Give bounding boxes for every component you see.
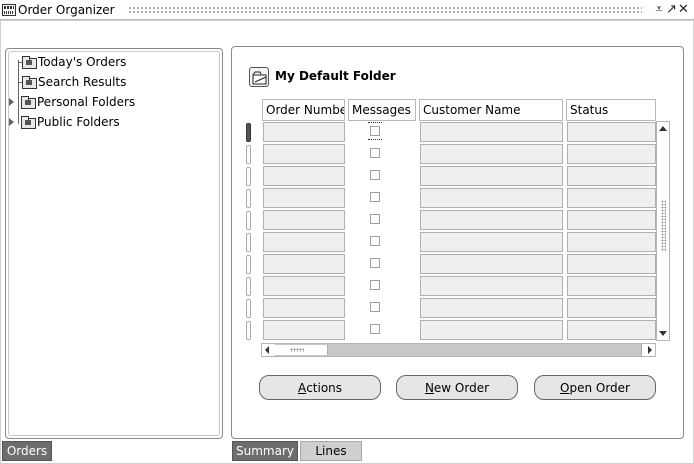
scroll-grip[interactable] — [661, 200, 666, 252]
tree-item-todays-orders[interactable]: Today's Orders — [22, 53, 126, 71]
status-field[interactable] — [567, 232, 656, 252]
order-number-field[interactable] — [263, 122, 345, 142]
minimize-icon[interactable]: ⩡ — [654, 2, 666, 17]
order-number-field[interactable] — [263, 320, 345, 340]
window-controls: ⩡↗✕ — [654, 2, 690, 17]
column-header-customer-name[interactable]: Customer Name — [419, 99, 563, 121]
tree-item-label: Today's Orders — [38, 55, 127, 69]
row-selector[interactable] — [246, 299, 251, 318]
tab-lines[interactable]: Lines — [300, 441, 362, 461]
order-number-field[interactable] — [263, 254, 345, 274]
status-field[interactable] — [567, 166, 656, 186]
messages-checkbox[interactable] — [370, 170, 380, 180]
status-field[interactable] — [567, 320, 656, 340]
folder-public-icon — [21, 116, 36, 129]
customer-name-field[interactable] — [420, 276, 563, 296]
actions-mnemonic: A — [297, 380, 307, 395]
customer-name-field[interactable] — [420, 232, 563, 252]
row-selector[interactable] — [246, 145, 251, 164]
order-number-field[interactable] — [263, 210, 345, 230]
folder-icon — [252, 71, 267, 85]
tree-item-search-results[interactable]: Search Results — [22, 73, 126, 91]
folder-button[interactable] — [249, 67, 269, 87]
messages-checkbox[interactable] — [370, 192, 380, 202]
scroll-right-icon[interactable] — [648, 346, 652, 354]
tree-item-label: Public Folders — [37, 115, 120, 129]
new-order-mnemonic: N — [424, 380, 434, 395]
messages-checkbox[interactable] — [370, 148, 380, 158]
customer-name-field[interactable] — [420, 166, 563, 186]
new-order-button[interactable]: New Order — [396, 375, 518, 400]
open-order-button[interactable]: Open Order — [534, 375, 656, 400]
folder-personal-icon — [21, 96, 36, 109]
tab-orders[interactable]: Orders — [2, 441, 52, 461]
customer-name-field[interactable] — [420, 144, 563, 164]
messages-checkbox[interactable] — [370, 280, 380, 290]
order-number-field[interactable] — [263, 144, 345, 164]
folder-orders-icon — [22, 56, 37, 69]
app-icon[interactable] — [2, 4, 16, 16]
order-number-field[interactable] — [263, 232, 345, 252]
status-field[interactable] — [567, 188, 656, 208]
messages-checkbox[interactable] — [368, 122, 382, 140]
open-order-label: pen Order — [569, 380, 630, 395]
open-order-mnemonic: O — [560, 380, 570, 395]
messages-checkbox[interactable] — [370, 324, 380, 334]
column-header-status[interactable]: Status — [566, 99, 656, 121]
vertical-scrollbar[interactable] — [656, 121, 670, 341]
messages-checkbox[interactable] — [370, 258, 380, 268]
row-selector[interactable] — [246, 123, 251, 142]
folder-title: My Default Folder — [275, 69, 396, 83]
column-header-order-number[interactable]: Order Number — [262, 99, 345, 121]
order-number-field[interactable] — [263, 298, 345, 318]
tree-item-label: Search Results — [38, 75, 127, 89]
order-number-field[interactable] — [263, 276, 345, 296]
expand-icon[interactable] — [9, 118, 14, 126]
actions-button[interactable]: Actions — [259, 375, 381, 400]
customer-name-field[interactable] — [420, 298, 563, 318]
status-field[interactable] — [567, 298, 656, 318]
folder-search-icon — [22, 76, 37, 89]
customer-name-field[interactable] — [420, 254, 563, 274]
row-selector[interactable] — [246, 189, 251, 208]
window-title: Order Organizer — [18, 3, 119, 17]
status-field[interactable] — [567, 210, 656, 230]
row-selector[interactable] — [246, 233, 251, 252]
scroll-down-icon[interactable] — [659, 331, 667, 336]
column-header-messages[interactable]: Messages — [348, 99, 416, 121]
expand-icon[interactable] — [9, 98, 14, 106]
row-selector[interactable] — [246, 321, 251, 340]
customer-name-field[interactable] — [420, 188, 563, 208]
messages-checkbox[interactable] — [370, 214, 380, 224]
row-selector[interactable] — [246, 277, 251, 296]
title-bar[interactable]: Order Organizer ⩡↗✕ — [0, 0, 694, 20]
tree-item-personal-folders[interactable]: Personal Folders — [9, 93, 135, 111]
new-order-label: ew Order — [433, 380, 490, 395]
scroll-up-icon[interactable] — [659, 126, 667, 131]
status-field[interactable] — [567, 122, 656, 142]
customer-name-field[interactable] — [420, 122, 563, 142]
close-icon[interactable]: ✕ — [678, 2, 690, 17]
status-field[interactable] — [567, 276, 656, 296]
row-selector[interactable] — [246, 255, 251, 274]
scroll-left-icon[interactable] — [265, 346, 269, 354]
horizontal-scrollbar[interactable] — [261, 343, 656, 357]
horizontal-scroll-thumb[interactable] — [274, 345, 328, 355]
tree-item-public-folders[interactable]: Public Folders — [9, 113, 120, 131]
messages-checkbox[interactable] — [370, 302, 380, 312]
order-number-field[interactable] — [263, 188, 345, 208]
order-number-field[interactable] — [263, 166, 345, 186]
status-field[interactable] — [567, 254, 656, 274]
tree-item-label: Personal Folders — [37, 95, 136, 109]
tab-summary[interactable]: Summary — [232, 441, 298, 461]
row-selector[interactable] — [246, 211, 251, 230]
restore-icon[interactable]: ↗ — [666, 2, 678, 17]
customer-name-field[interactable] — [420, 210, 563, 230]
row-selector[interactable] — [246, 167, 251, 186]
status-field[interactable] — [567, 144, 656, 164]
messages-checkbox[interactable] — [370, 236, 380, 246]
customer-name-field[interactable] — [420, 320, 563, 340]
title-bar-grip — [128, 6, 642, 15]
actions-label: ctions — [306, 380, 343, 395]
